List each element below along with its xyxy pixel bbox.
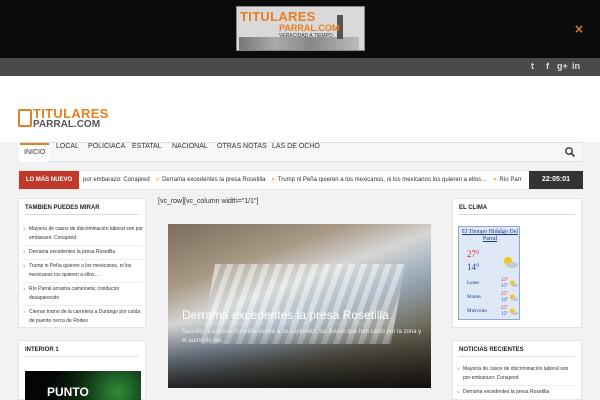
ad-slogan: VERACIDAD A TIEMPO xyxy=(279,33,333,39)
divider xyxy=(459,356,575,357)
logo-document-icon xyxy=(18,109,32,127)
partly-cloudy-icon xyxy=(509,280,519,288)
related-list: Mayoría de casos de discriminación labor… xyxy=(23,225,143,331)
ad-logo-title: TITULARES xyxy=(240,9,316,24)
list-item[interactable]: Trump ni Peña quieren a los mexicanos, n… xyxy=(23,262,143,283)
nav-item-las-de-ocho[interactable]: LAS DE OCHO xyxy=(268,143,324,162)
partly-cloudy-icon xyxy=(509,308,519,316)
weather-widget[interactable]: El Tiempo Hidalgo Del Parral 27° 14° Lun… xyxy=(458,226,520,320)
partly-cloudy-icon xyxy=(509,294,519,302)
nav-item-local[interactable]: LOCAL xyxy=(52,143,83,162)
forecast-day: Lunes xyxy=(467,281,480,286)
nav-item-inicio[interactable]: INICIO xyxy=(20,143,50,162)
list-item[interactable]: Mayoría de casos de discriminación labor… xyxy=(457,365,575,386)
panel-title: NOTICIAS RECIENTES xyxy=(459,347,524,353)
ad-town-image xyxy=(239,37,359,50)
forecast-high: 23° xyxy=(501,278,508,283)
list-item[interactable]: Cierran tramo de la carretera a Durango … xyxy=(23,308,143,329)
ticker-link[interactable]: por embarazo: Conapred xyxy=(83,177,150,183)
recent-news-panel: NOTICIAS RECIENTES Mayoría de casos de d… xyxy=(452,340,582,400)
chevron-right-icon: » xyxy=(155,177,160,183)
temp-high: 27° xyxy=(467,249,480,259)
linkedin-icon[interactable]: in xyxy=(572,61,580,71)
forecast-low: 15° xyxy=(501,284,508,289)
chevron-right-icon: » xyxy=(271,177,275,183)
search-icon[interactable] xyxy=(564,146,576,158)
main-nav: INICIO LOCAL POLICIACA ESTATAL NACIONAL … xyxy=(18,142,582,162)
temp-low: 14° xyxy=(467,262,480,272)
ticker-clock: 22:05:01 xyxy=(529,171,583,189)
chevron-right-icon: » xyxy=(493,177,497,183)
nav-item-nacional[interactable]: NACIONAL xyxy=(168,143,212,162)
panel-title: TAMBIEN PUEDES MIRAR xyxy=(25,205,100,211)
interior-panel: INTERIOR 1 PUNTO xyxy=(18,340,146,400)
site-header: TITULARES PARRAL.COM xyxy=(0,76,600,142)
ticker-link[interactable]: Derrama excedentes la presa Rosetilla xyxy=(162,177,265,183)
list-item[interactable]: Derrama excedentes la presa Rosetilla xyxy=(23,248,143,260)
panel-title: EL CLIMA xyxy=(459,205,488,211)
panel-title: INTERIOR 1 xyxy=(25,347,59,353)
list-item[interactable]: Derrama excedentes la presa Rosetilla xyxy=(457,388,575,400)
interior-ad-text: PUNTO xyxy=(47,385,89,399)
divider xyxy=(25,356,139,357)
ticker-link[interactable]: Trump ni Peña quieren a los mexicanos, n… xyxy=(278,177,487,183)
interior-ad-image[interactable]: PUNTO xyxy=(25,371,141,400)
news-ticker: LO MÁS NUEVO por embarazo: Conapred» Derr… xyxy=(18,170,583,190)
ad-banner[interactable]: TITULARES PARRAL.COM VERACIDAD A TIEMPO xyxy=(236,6,365,51)
related-panel: TAMBIEN PUEDES MIRAR Mayoría de casos de… xyxy=(18,198,146,331)
divider xyxy=(25,214,139,215)
weather-title[interactable]: El Tiempo Hidalgo Del Parral xyxy=(461,229,519,243)
forecast-low: 15° xyxy=(501,312,508,317)
ticker-link[interactable]: Río Parr xyxy=(499,177,521,183)
top-ad-bar: TITULARES PARRAL.COM VERACIDAD A TIEMPO … xyxy=(0,0,600,58)
nav-item-estatal[interactable]: ESTATAL xyxy=(128,143,166,162)
site-logo[interactable]: TITULARES PARRAL.COM xyxy=(18,106,108,136)
featured-slider[interactable]: Derrama excedentes la presa Rosetilla Sa… xyxy=(168,224,431,388)
slide-title[interactable]: Derrama excedentes la presa Rosetilla xyxy=(182,308,389,322)
logo-subtitle: PARRAL.COM xyxy=(33,119,101,130)
nav-item-otras-notas[interactable]: OTRAS NOTAS xyxy=(213,143,271,162)
twitter-icon[interactable]: t xyxy=(531,61,534,71)
partly-cloudy-icon xyxy=(504,257,518,268)
list-item[interactable]: Mayoría de casos de discriminación labor… xyxy=(23,225,143,246)
close-ad-icon[interactable]: × xyxy=(574,22,584,36)
ticker-items: por embarazo: Conapred» Derrama excedente… xyxy=(83,171,523,189)
ad-logo-subtitle: PARRAL.COM xyxy=(279,23,340,33)
forecast-day: Martes xyxy=(467,295,481,300)
slide-excerpt: Saucillo.- La presa Rosetilla vuelve a s… xyxy=(182,329,422,344)
list-item[interactable]: Río Parral arrastra camioneta; conductor… xyxy=(23,285,143,306)
social-bar: t f g+ in xyxy=(0,58,600,76)
ticker-label: LO MÁS NUEVO xyxy=(19,171,79,189)
slider-dots xyxy=(271,384,325,388)
forecast-day: Miércoles xyxy=(467,309,487,314)
forecast-low: 14° xyxy=(501,298,508,303)
forecast-high: 25° xyxy=(501,306,508,311)
forecast-high: 25° xyxy=(501,292,508,297)
google-plus-icon[interactable]: g+ xyxy=(557,61,568,71)
nav-item-policiaca[interactable]: POLICIACA xyxy=(84,143,129,162)
shortcode-text: [vc_row][vc_column width="1/1"] xyxy=(158,198,259,205)
divider xyxy=(459,214,575,215)
facebook-icon[interactable]: f xyxy=(546,61,549,71)
recent-list: Mayoría de casos de discriminación labor… xyxy=(457,365,575,400)
